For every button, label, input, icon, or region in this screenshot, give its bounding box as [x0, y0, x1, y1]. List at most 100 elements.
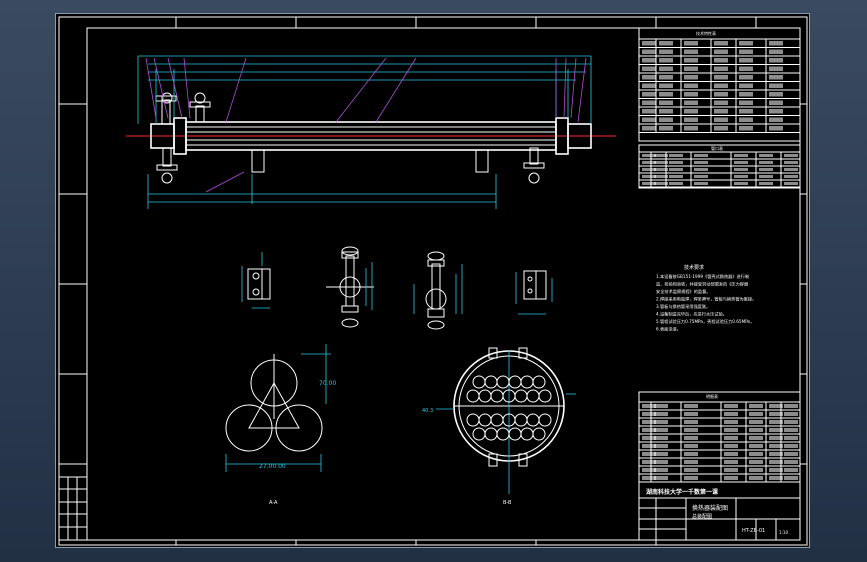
- table-cell-text: [642, 476, 656, 480]
- table-cell-text: [659, 100, 673, 105]
- table-cell-text: [784, 460, 798, 464]
- table-cell-text: [759, 161, 773, 164]
- table-cell-text: [769, 404, 783, 408]
- table-cell-text: [694, 161, 708, 164]
- triangle-pitch-view: 70.00 27.00.00 A-A: [225, 344, 336, 506]
- table-cell-text: [769, 126, 783, 131]
- shell-inlet-nozzle: [195, 105, 205, 123]
- drawing-sheet: 70.00 27.00.00 A-A 40.3 B-B 技术要求 1.本设备按G…: [55, 13, 810, 548]
- tech-requirements: 技术要求 1.本设备按GB151-1999《管壳式换热器》进行制造、检验和验收，…: [656, 264, 756, 333]
- table-cell-text: [684, 100, 698, 105]
- table-cell-text: [734, 175, 748, 178]
- table-cell-text: [724, 476, 738, 480]
- table-cell-text: [684, 126, 698, 131]
- table-cell-text: [769, 66, 783, 71]
- table-cell-text: [784, 182, 798, 185]
- table-cell-text: [684, 66, 698, 71]
- table-cell-text: [684, 468, 698, 472]
- table-cell-text: [714, 109, 728, 114]
- table-cell-text: [654, 161, 668, 164]
- table-cell-text: [642, 58, 656, 63]
- parts-list-header: 明细表: [706, 393, 718, 399]
- table-cell-text: [684, 83, 698, 88]
- table-cell-text: [659, 117, 673, 122]
- table-cell-text: [784, 412, 798, 416]
- tech-req-lines: 1.本设备按GB151-1999《管壳式换热器》进行制造、检验和验收，并接受劳动…: [656, 273, 756, 333]
- design-table-header: 技术特性表: [696, 30, 716, 36]
- table-cell-text: [769, 92, 783, 97]
- table-cell-text: [784, 444, 798, 448]
- table-cell-text: [734, 161, 748, 164]
- tube-hole: [466, 389, 480, 403]
- table-cell-text: [769, 436, 783, 440]
- table-cell-text: [759, 154, 773, 157]
- table-cell-text: [714, 75, 728, 80]
- table-cell-text: [654, 182, 668, 185]
- table-cell-text: [714, 100, 728, 105]
- tech-req-line: 安全技术监察规程》的监督。: [656, 288, 710, 295]
- table-cell-text: [739, 100, 753, 105]
- table-cell-text: [714, 66, 728, 71]
- table-cell-text: [642, 92, 656, 97]
- tech-req-line: 3.管板与换热管采用强度胀。: [656, 303, 710, 310]
- table-cell-text: [734, 168, 748, 171]
- table-cell-text: [642, 168, 656, 171]
- table-cell-text: [659, 75, 673, 80]
- table-cell-text: [724, 420, 738, 424]
- table-cell-text: [654, 468, 668, 472]
- drawing-scale: 1:10: [779, 530, 788, 535]
- table-cell-text: [724, 468, 738, 472]
- tube-hole: [520, 427, 534, 441]
- table-cell-text: [724, 404, 738, 408]
- table-cell-text: [724, 460, 738, 464]
- revision-grid: [58, 476, 88, 541]
- table-cell-text: [739, 66, 753, 71]
- table-cell-text: [769, 100, 783, 105]
- tech-req-line: 5.管程试验压力0.75MPa，壳程试验压力0.65MPa，: [656, 318, 754, 325]
- table-cell-text: [769, 49, 783, 54]
- detail-view-4: [515, 270, 553, 315]
- table-cell-text: [759, 168, 773, 171]
- heat-exchanger-elevation: [126, 55, 616, 209]
- table-cell-text: [784, 154, 798, 157]
- tube-hole: [472, 375, 486, 389]
- part-leaders: [145, 57, 587, 193]
- table-cell-text: [684, 404, 698, 408]
- table-cell-text: [659, 58, 673, 63]
- table-cell-text: [749, 404, 763, 408]
- table-cell-text: [642, 41, 656, 46]
- table-cell-text: [684, 109, 698, 114]
- tube-hole: [526, 389, 540, 403]
- table-cell-text: [684, 92, 698, 97]
- table-cell-text: [739, 117, 753, 122]
- table-cell-text: [739, 92, 753, 97]
- table-cell-text: [684, 460, 698, 464]
- table-cell-text: [769, 109, 783, 114]
- table-cell-text: [749, 436, 763, 440]
- left-top-nozzle: [161, 99, 171, 125]
- table-cell-text: [642, 49, 656, 54]
- table-cell-text: [669, 154, 683, 157]
- table-cell-text: [642, 468, 656, 472]
- table-cell-text: [642, 83, 656, 88]
- table-cell-text: [642, 452, 656, 456]
- table-cell-text: [769, 476, 783, 480]
- table-cell-text: [739, 41, 753, 46]
- table-cell-text: [739, 49, 753, 54]
- table-cell-text: [642, 154, 656, 157]
- table-cell-text: [659, 49, 673, 54]
- table-cell-text: [724, 444, 738, 448]
- table-cell-text: [642, 460, 656, 464]
- table-cell-text: [739, 109, 753, 114]
- table-cell-text: [654, 168, 668, 171]
- nozzle-table: 管口表: [638, 144, 801, 189]
- table-cell-text: [749, 452, 763, 456]
- table-cell-text: [642, 182, 656, 185]
- section-a-label: A-A: [269, 500, 278, 506]
- table-cell-text: [654, 175, 668, 178]
- table-cell-text: [684, 49, 698, 54]
- table-cell-text: [759, 175, 773, 178]
- tube-hole: [526, 413, 540, 427]
- tech-req-line: 4.设备制造完毕后，应进行水压试验。: [656, 311, 727, 318]
- tube-hole: [538, 389, 552, 403]
